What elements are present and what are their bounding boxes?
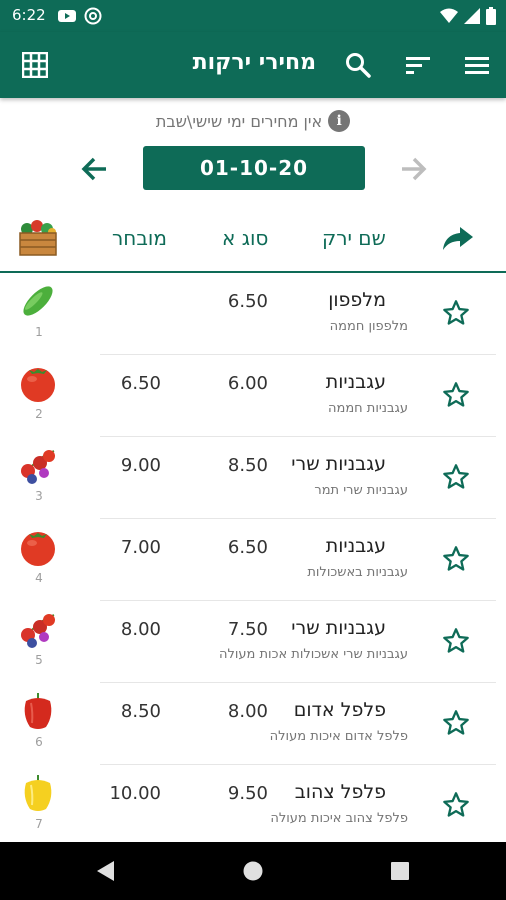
vegetable-name: פלפל אדום	[293, 699, 386, 721]
table-row[interactable]: 7 10.00 9.50 פלפל צהוב פלפל צהוב איכות מ…	[0, 765, 506, 847]
notice-text: אין מחירים ימי שישי\שבת	[155, 111, 323, 131]
table-header: מובחר סוג א שם ירק	[0, 212, 506, 270]
selected-price: 6.50	[120, 373, 161, 394]
grade-a-price: 7.50	[227, 619, 268, 640]
row-number: 4	[35, 571, 43, 585]
search-button[interactable]	[338, 45, 378, 85]
notice: i אין מחירים ימי שישי\שבת	[0, 108, 506, 134]
recents-icon[interactable]	[390, 861, 410, 881]
date-navigation: 01-10-20	[0, 146, 506, 192]
cherry-tomato-icon	[21, 450, 55, 484]
favorite-star-icon[interactable]	[442, 463, 470, 491]
back-icon[interactable]	[94, 860, 116, 882]
row-number: 6	[35, 735, 43, 749]
favorite-star-icon[interactable]	[442, 709, 470, 737]
sort-button[interactable]	[398, 45, 438, 85]
search-icon	[346, 53, 371, 78]
next-date-button[interactable]	[394, 149, 434, 189]
vegetable-subtitle: עגבניות באשכולות	[307, 565, 408, 580]
grade-a-price: 8.50	[227, 455, 268, 476]
selected-price: 8.00	[120, 619, 161, 640]
vegetable-crate-icon	[19, 220, 57, 256]
sort-icon	[406, 57, 430, 74]
status-time: 6:22	[12, 6, 46, 24]
grade-a-price: 6.50	[227, 537, 268, 558]
vegetable-name: עגבניות	[325, 371, 386, 393]
table-row[interactable]: 1 6.50 מלפפון מלפפון חממה	[0, 273, 506, 355]
table-row[interactable]: 6 8.50 8.00 פלפל אדום פלפל אדום איכות מע…	[0, 683, 506, 765]
vegetable-name: עגבניות שרי	[291, 617, 386, 639]
grade-a-price: 6.50	[227, 291, 268, 312]
row-number: 2	[35, 407, 43, 421]
column-header-grade-a[interactable]: סוג א	[222, 226, 268, 250]
selected-price: 10.00	[109, 783, 161, 804]
column-header-selected[interactable]: מובחר	[112, 226, 167, 250]
vegetable-name: מלפפון	[328, 289, 386, 311]
table-row[interactable]: 2 6.50 6.00 עגבניות עגבניות חממה	[0, 355, 506, 437]
info-icon: i	[328, 110, 351, 132]
cellular-signal-icon	[464, 8, 480, 24]
selected-price: 7.00	[120, 537, 161, 558]
status-bar: 6:22	[0, 0, 506, 32]
arrow-left-icon	[81, 157, 106, 181]
favorite-star-icon[interactable]	[442, 299, 470, 327]
row-number: 5	[35, 653, 43, 667]
tomato-icon	[21, 532, 55, 566]
favorite-star-icon[interactable]	[442, 791, 470, 819]
cherry-tomato-icon	[21, 614, 55, 648]
favorite-star-icon[interactable]	[442, 545, 470, 573]
vegetable-subtitle: מלפפון חממה	[329, 319, 408, 334]
selected-price: 9.00	[120, 455, 161, 476]
vegetable-subtitle: עגבניות חממה	[328, 401, 408, 416]
selected-price: 8.50	[120, 701, 161, 722]
date-display[interactable]: 01-10-20	[143, 146, 365, 190]
menu-icon	[465, 57, 489, 74]
favorite-star-icon[interactable]	[442, 627, 470, 655]
arrow-right-icon	[402, 157, 427, 181]
app-bar: מחירי ירקות	[0, 32, 506, 98]
battery-icon	[486, 7, 496, 25]
grade-a-price: 8.00	[227, 701, 268, 722]
cucumber-icon	[23, 286, 53, 316]
column-header-name[interactable]: שם ירק	[322, 226, 386, 250]
system-navigation-bar	[0, 842, 506, 900]
youtube-icon	[58, 10, 76, 22]
vegetable-subtitle: פלפל צהוב איכות מעולה	[270, 811, 408, 826]
grade-a-price: 6.00	[227, 373, 268, 394]
home-icon[interactable]	[242, 860, 264, 882]
vegetable-subtitle: פלפל אדום איכות מעולה	[269, 729, 408, 744]
share-icon	[443, 227, 473, 250]
yellow-pepper-icon	[24, 775, 52, 811]
vegetable-name: עגבניות	[325, 535, 386, 557]
table-row[interactable]: 4 7.00 6.50 עגבניות עגבניות באשכולות	[0, 519, 506, 601]
table-row[interactable]: 5 8.00 7.50 עגבניות שרי עגבניות שרי אשכו…	[0, 601, 506, 683]
red-pepper-icon	[24, 693, 52, 729]
vegetable-name: עגבניות שרי	[291, 453, 386, 475]
table-row[interactable]: 3 9.00 8.50 עגבניות שרי עגבניות שרי תמר	[0, 437, 506, 519]
vegetable-name: פלפל צהוב	[294, 781, 386, 803]
row-number: 3	[35, 489, 43, 503]
at-sign-icon	[84, 7, 102, 25]
page-title: מחירי ירקות	[192, 50, 316, 75]
previous-date-button[interactable]	[74, 149, 114, 189]
menu-button[interactable]	[457, 45, 497, 85]
favorite-star-icon[interactable]	[442, 381, 470, 409]
tomato-icon	[21, 368, 55, 402]
vegetable-subtitle: עגבניות שרי תמר	[314, 483, 408, 498]
grid-view-button[interactable]	[15, 45, 55, 85]
wifi-icon	[440, 8, 458, 23]
grid-icon	[22, 52, 48, 78]
share-button[interactable]	[438, 218, 478, 258]
vegetable-subtitle: עגבניות שרי אשכולות אכות מעולה	[218, 647, 408, 662]
row-number: 1	[35, 325, 43, 339]
row-number: 7	[35, 817, 43, 831]
grade-a-price: 9.50	[227, 783, 268, 804]
